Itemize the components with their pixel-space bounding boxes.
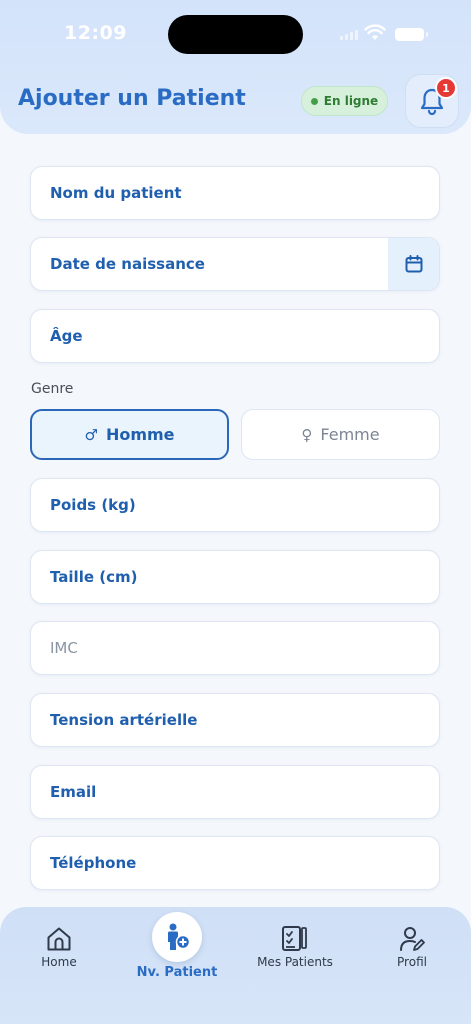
field-label: Nom du patient xyxy=(50,184,182,202)
nav-my-patients[interactable]: Mes Patients xyxy=(252,925,338,969)
field-label: Poids (kg) xyxy=(50,496,136,514)
nav-label: Mes Patients xyxy=(257,955,333,969)
signal-icon xyxy=(340,30,358,40)
calendar-button[interactable] xyxy=(388,238,439,290)
field-label: Tension artérielle xyxy=(50,711,198,729)
nav-profile[interactable]: Profil xyxy=(390,925,434,969)
calendar-icon xyxy=(405,255,422,273)
email-field[interactable]: Email xyxy=(30,765,440,819)
birth-date-field[interactable]: Date de naissance xyxy=(30,237,440,291)
female-icon: ♀ xyxy=(301,425,313,444)
gender-female-button[interactable]: ♀ Femme xyxy=(241,409,440,460)
nav-label: Profil xyxy=(397,955,427,969)
field-label: Taille (cm) xyxy=(50,568,138,586)
bmi-field: IMC xyxy=(30,621,440,675)
gender-section-label: Genre xyxy=(31,381,74,397)
field-label: Âge xyxy=(50,327,83,345)
phone-field[interactable]: Téléphone xyxy=(30,836,440,890)
height-field[interactable]: Taille (cm) xyxy=(30,550,440,604)
gender-label: Homme xyxy=(105,425,175,444)
status-time: 12:09 xyxy=(64,22,127,44)
online-dot-icon xyxy=(310,97,318,105)
nav-label: Home xyxy=(41,955,77,969)
home-icon xyxy=(47,927,71,951)
field-label: IMC xyxy=(50,639,78,657)
blood-pressure-field[interactable]: Tension artérielle xyxy=(30,693,440,747)
page-title: Ajouter un Patient xyxy=(18,86,246,111)
age-field[interactable]: Âge xyxy=(30,309,440,363)
add-patient-icon xyxy=(168,923,191,950)
nav-home[interactable]: Home xyxy=(36,925,82,969)
profile-edit-icon xyxy=(400,927,425,951)
notification-count-badge: 1 xyxy=(435,77,457,99)
gender-male-button[interactable]: ♂ Homme xyxy=(30,409,229,460)
clipboard-icon xyxy=(282,926,307,951)
field-label: Téléphone xyxy=(50,854,137,872)
nav-new-patient-circle xyxy=(152,912,202,962)
field-label: Date de naissance xyxy=(50,255,205,273)
online-status-badge: En ligne xyxy=(301,86,388,116)
battery-icon xyxy=(395,28,428,41)
online-status-label: En ligne xyxy=(323,94,379,108)
wifi-icon xyxy=(364,24,386,46)
patient-name-field[interactable]: Nom du patient xyxy=(30,166,440,220)
gender-label: Femme xyxy=(320,425,380,444)
nav-new-patient[interactable]: Nv. Patient xyxy=(130,912,224,980)
dynamic-island xyxy=(168,15,303,54)
nav-label: Nv. Patient xyxy=(136,965,218,980)
field-label: Email xyxy=(50,783,97,801)
male-icon: ♂ xyxy=(84,425,98,444)
weight-field[interactable]: Poids (kg) xyxy=(30,478,440,532)
